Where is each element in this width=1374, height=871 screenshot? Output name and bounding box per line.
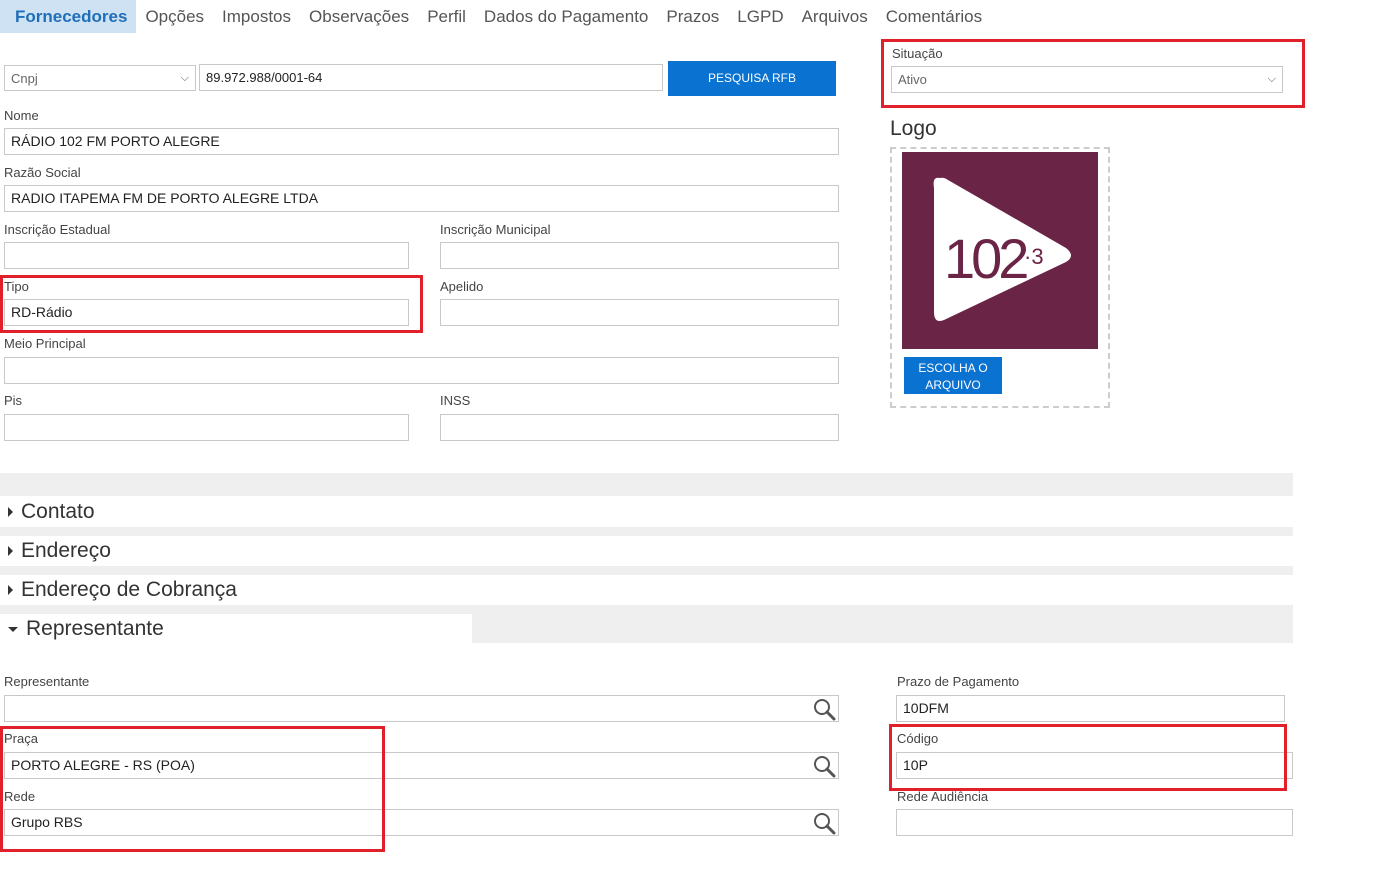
representante-label: Representante [4,674,90,689]
praca-input[interactable]: PORTO ALEGRE - RS (POA) [4,752,839,779]
tab-impostos[interactable]: Impostos [213,0,300,33]
codigo-input[interactable]: 10P [896,752,1293,779]
meio-principal-label: Meio Principal [4,336,86,351]
representante-input[interactable] [4,695,839,722]
tipo-label: Tipo [4,279,29,294]
tab-bar: Fornecedores Opções Impostos Observações… [0,0,991,33]
choose-file-label: ESCOLHA O ARQUIVO [918,361,988,392]
meio-principal-input[interactable] [4,357,839,384]
pis-input[interactable] [4,414,409,441]
situacao-label: Situação [892,46,943,61]
chevron-down-icon: ⌵ [1267,73,1276,85]
section-representante[interactable]: Representante [0,614,472,644]
razao-social-input[interactable]: RADIO ITAPEMA FM DE PORTO ALEGRE LTDA [4,185,839,212]
rede-audiencia-label: Rede Audiência [897,789,989,804]
section-contato-title: Contato [21,500,95,523]
chevron-down-icon: ⌵ [180,72,189,84]
logo-brand-sub: ·3 [1024,244,1044,269]
section-representante-title: Representante [26,617,164,640]
rede-input[interactable]: Grupo RBS [4,809,839,836]
section-divider [0,473,1293,496]
inss-label: INSS [440,393,471,408]
tab-fornecedores[interactable]: Fornecedores [0,0,137,33]
section-endereco[interactable]: Endereço [0,536,1293,566]
pis-label: Pis [4,393,23,408]
caret-right-icon [8,585,13,596]
choose-file-button[interactable]: ESCOLHA O ARQUIVO [904,357,1002,394]
pesquisa-rfb-button[interactable]: PESQUISA RFB [668,61,836,96]
tab-lgpd[interactable]: LGPD [728,0,792,33]
tipo-input[interactable]: RD-Rádio [4,299,409,326]
document-type-value: Cnpj [11,71,38,86]
inscricao-estadual-input[interactable] [4,242,409,269]
nome-label: Nome [4,108,39,123]
document-number-input[interactable]: 89.972.988/0001-64 [199,64,663,91]
logo-title: Logo [890,117,937,140]
search-icon[interactable] [812,811,836,835]
section-endereco-cobranca[interactable]: Endereço de Cobrança [0,575,1293,605]
section-endereco-title: Endereço [21,539,111,562]
situacao-value: Ativo [898,72,927,87]
tab-dados-pagamento[interactable]: Dados do Pagamento [475,0,657,33]
prazo-pagamento-label: Prazo de Pagamento [897,674,1020,689]
section-cobranca-title: Endereço de Cobrança [21,578,237,601]
logo-brand-text: 102 [944,227,1027,290]
rede-label: Rede [4,789,36,804]
tab-prazos[interactable]: Prazos [657,0,728,33]
apelido-label: Apelido [440,279,484,294]
document-type-select[interactable]: Cnpj ⌵ [4,65,196,91]
caret-right-icon [8,507,13,518]
tab-perfil[interactable]: Perfil [418,0,475,33]
search-icon[interactable] [812,754,836,778]
search-icon[interactable] [812,697,836,721]
caret-down-icon [8,626,18,632]
praca-label: Praça [4,731,38,746]
codigo-label: Código [897,731,939,746]
caret-right-icon [8,546,13,557]
section-divider [0,566,1293,575]
razao-social-label: Razão Social [4,165,81,180]
inss-input[interactable] [440,414,839,441]
nome-input[interactable]: RÁDIO 102 FM PORTO ALEGRE [4,128,839,155]
tab-comentarios[interactable]: Comentários [877,0,991,33]
rede-audiencia-input[interactable] [896,809,1293,836]
section-divider [0,527,1293,536]
apelido-input[interactable] [440,299,839,326]
inscricao-estadual-label: Inscrição Estadual [4,222,111,237]
prazo-pagamento-input[interactable]: 10DFM [896,695,1285,722]
tab-opcoes[interactable]: Opções [136,0,213,33]
situacao-select[interactable]: Ativo ⌵ [891,66,1283,93]
section-contato[interactable]: Contato [0,497,1293,527]
logo-image: 102 ·3 [902,152,1098,349]
inscricao-municipal-input[interactable] [440,242,839,269]
tab-observacoes[interactable]: Observações [300,0,418,33]
inscricao-municipal-label: Inscrição Municipal [440,222,551,237]
tab-arquivos[interactable]: Arquivos [793,0,877,33]
